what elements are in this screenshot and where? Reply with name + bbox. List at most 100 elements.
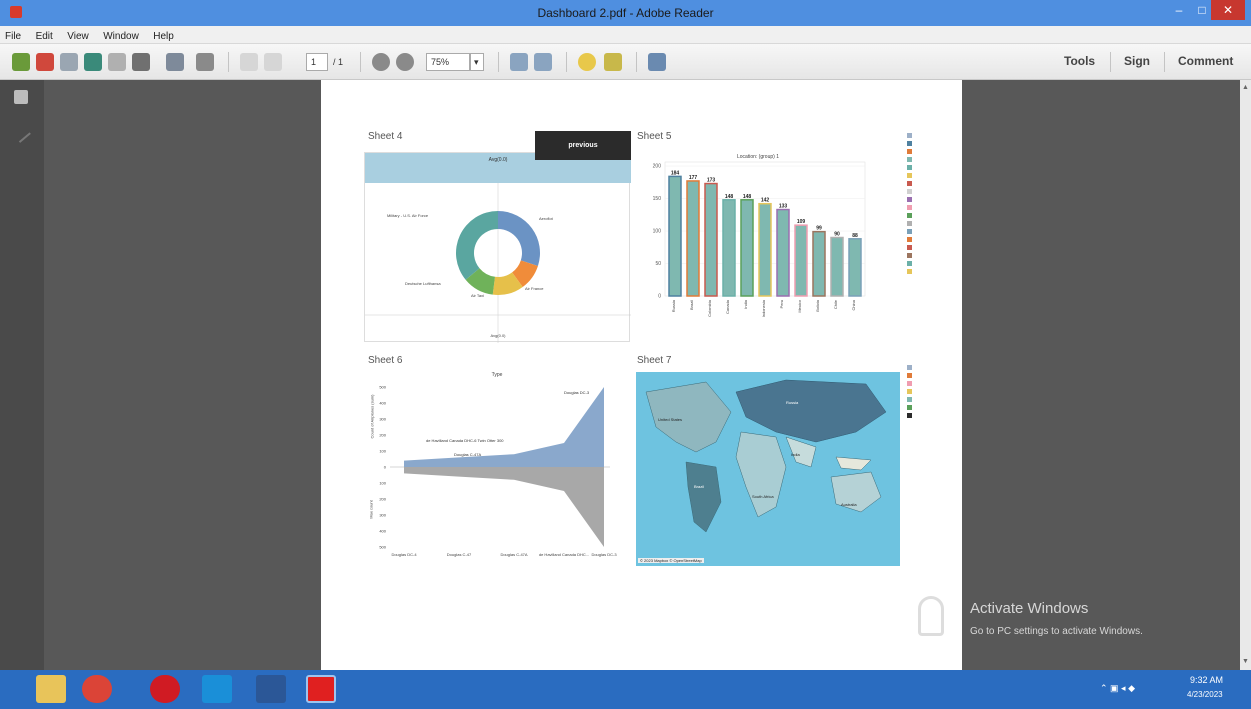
sheet5-bar-svg: 0 50 100 150 200 184 Russia 177 Brazil 173 Colombi… <box>653 161 866 317</box>
legend-swatch <box>907 165 912 170</box>
file-explorer-icon[interactable] <box>36 675 66 703</box>
legend-swatches <box>905 365 915 418</box>
highlight-icon[interactable] <box>604 53 622 71</box>
x-category-label: Peru <box>779 300 784 308</box>
legend-swatch <box>907 381 912 386</box>
minimize-button[interactable]: – <box>1165 0 1193 20</box>
print-icon[interactable] <box>132 53 150 71</box>
menu-bar: File Edit View Window Help <box>0 26 1251 44</box>
tray-icons[interactable]: ⌃ ▣ ◂ ◆ <box>1100 683 1135 694</box>
attachments-icon[interactable] <box>11 123 31 143</box>
y-tick-label: 100 <box>379 449 386 454</box>
fit-page-icon[interactable] <box>534 53 552 71</box>
tools-button[interactable]: Tools <box>1064 54 1095 68</box>
bar <box>830 236 844 297</box>
clock-time[interactable]: 9:32 AM <box>1190 675 1223 685</box>
fit-width-icon[interactable] <box>510 53 528 71</box>
edit-icon[interactable] <box>60 53 78 71</box>
sheet7-map[interactable]: Russia United States Brazil South Africa… <box>636 372 900 566</box>
menu-help[interactable]: Help <box>148 28 179 42</box>
x-category-label: India <box>743 299 748 308</box>
zoom-in-icon[interactable] <box>396 53 414 71</box>
zoom-dropdown-icon[interactable]: ▾ <box>470 53 484 71</box>
x-category-label: Colombia <box>707 299 712 317</box>
zoom-out-icon[interactable] <box>372 53 390 71</box>
y-tick-label: 100 <box>379 481 386 486</box>
legend-swatch <box>907 405 912 410</box>
word-icon[interactable] <box>256 675 286 703</box>
next-page-icon[interactable] <box>264 53 282 71</box>
maximize-button[interactable]: □ <box>1193 0 1211 20</box>
legend-swatch <box>907 133 912 138</box>
x-category-label: Douglas C-47 <box>447 552 472 557</box>
x-category-label: de Havilland Canada DHC... <box>539 552 589 557</box>
watermark-subtitle: Go to PC settings to activate Windows. <box>970 626 1143 637</box>
create-pdf-icon[interactable] <box>12 53 30 71</box>
sheet6-annotation-2: de Havilland Canada DHC-6 Twin Otter 300 <box>426 438 504 443</box>
email-icon[interactable] <box>166 53 184 71</box>
zoom-input[interactable]: 75% <box>426 53 470 71</box>
bar-value-label: 142 <box>761 198 770 204</box>
x-category-label: Douglas DC-4 <box>391 552 417 557</box>
pie-slice <box>498 211 540 266</box>
adobe-reader-taskbar-icon[interactable] <box>306 675 336 703</box>
open-pdf-icon[interactable] <box>36 53 54 71</box>
bar-value-label: 184 <box>671 170 680 176</box>
mail-icon[interactable] <box>196 53 214 71</box>
x-category-label: China <box>851 299 856 310</box>
bar <box>704 182 718 297</box>
sheet6-ylabel-bottom: Max count <box>368 500 374 519</box>
menu-view[interactable]: View <box>62 28 94 42</box>
y-tick-label: 200 <box>653 164 662 170</box>
legend-swatch <box>907 189 912 194</box>
scroll-down-icon[interactable]: ▼ <box>1242 658 1249 665</box>
area-series-top <box>404 387 604 467</box>
cloud-icon[interactable] <box>84 53 102 71</box>
legend-swatch <box>907 261 912 266</box>
toolbar-divider <box>1164 52 1165 72</box>
vertical-scrollbar[interactable]: ▲ ▼ <box>1240 80 1251 670</box>
map-attribution: © 2023 Mapbox © OpenStreetMap <box>638 558 704 563</box>
bar <box>776 208 790 297</box>
legend-swatch <box>907 213 912 218</box>
chrome-icon[interactable] <box>82 675 112 703</box>
menu-window[interactable]: Window <box>98 28 144 42</box>
fullscreen-icon[interactable] <box>648 53 666 71</box>
sign-button[interactable]: Sign <box>1124 54 1150 68</box>
pie-label-aeroflot: Aeroflot <box>539 216 553 221</box>
clock-date[interactable]: 4/23/2023 <box>1187 690 1223 699</box>
legend-swatch <box>907 149 912 154</box>
y-tick-label: 0 <box>658 294 661 300</box>
sheet6-ylabel-top: Count of Airplanes (sum) <box>369 394 375 439</box>
opera-icon[interactable] <box>150 675 180 703</box>
prev-page-icon[interactable] <box>240 53 258 71</box>
pie-label-military: Military - U.S. Air Force <box>387 213 429 218</box>
map-label-russia: Russia <box>786 400 799 405</box>
legend-swatch <box>907 157 912 162</box>
legend-swatch <box>907 181 912 186</box>
sheet6-chart: Type 500 400 300 200 100 0 100 200 300 400 500 Doug… <box>364 372 630 572</box>
legend-swatch <box>907 173 912 178</box>
taskbar: ⌃ ▣ ◂ ◆ 9:32 AM 4/23/2023 <box>0 670 1251 709</box>
bar <box>848 238 862 297</box>
previous-button[interactable]: previous <box>535 131 631 160</box>
sheet4-footer-label: Avg(0.0) <box>490 333 506 338</box>
bar-value-label: 177 <box>689 175 698 181</box>
legend-swatch <box>907 229 912 234</box>
comment-button[interactable]: Comment <box>1178 54 1233 68</box>
menu-file[interactable]: File <box>0 28 26 42</box>
close-button[interactable]: ✕ <box>1211 0 1245 20</box>
legend-swatch <box>907 141 912 146</box>
bar-value-label: 173 <box>707 178 716 184</box>
scroll-up-icon[interactable]: ▲ <box>1242 84 1249 91</box>
save-icon[interactable] <box>108 53 126 71</box>
legend-swatch <box>907 397 912 402</box>
legend-swatch <box>907 205 912 210</box>
pages-icon[interactable] <box>14 90 28 104</box>
menu-edit[interactable]: Edit <box>31 28 58 42</box>
x-category-label: Canada <box>725 299 730 314</box>
internet-explorer-icon[interactable] <box>202 675 232 703</box>
x-category-label: Mexico <box>797 299 802 312</box>
page-number-input[interactable]: 1 <box>306 53 328 71</box>
comment-icon[interactable] <box>578 53 596 71</box>
